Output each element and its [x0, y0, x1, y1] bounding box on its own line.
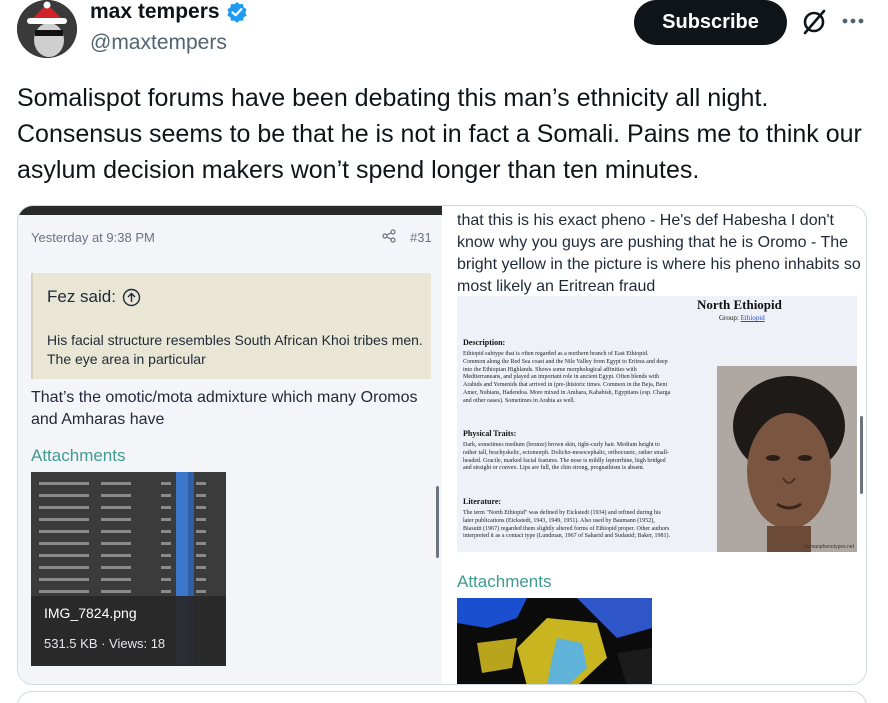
scrollbar — [436, 486, 439, 558]
description-text: Ethiopid subtype that is often regarded … — [463, 351, 671, 404]
reference-group: Group: Ethiopid — [719, 314, 765, 322]
attachments-heading: Attachments — [31, 446, 126, 465]
description-heading: Description: — [463, 338, 506, 347]
verified-badge-icon — [226, 2, 247, 23]
literature-heading: Literature: — [463, 497, 502, 506]
literature-text: The term "North Ethiopid" was defined by… — [463, 510, 671, 540]
attachment-meta: 531.5 KB · Views: 18 — [44, 636, 166, 651]
reference-watermark: humanphenotypes.net — [804, 544, 854, 550]
display-name[interactable]: max tempers — [90, 0, 248, 24]
share-icon — [382, 229, 396, 243]
map-attachment-thumbnail — [457, 598, 652, 684]
forum-topbar — [18, 206, 442, 215]
attachment-thumbnail: IMG_7824.png 531.5 KB · Views: 18 — [31, 472, 226, 666]
post-date: Yesterday at 9:38 PM — [31, 230, 155, 245]
media-card[interactable]: Yesterday at 9:38 PM #31 Fez said: His f… — [17, 205, 867, 685]
portrait-photo: humanphenotypes.net — [717, 366, 857, 552]
subscribe-button[interactable]: Subscribe — [634, 0, 787, 45]
attachment-filename: IMG_7824.png — [44, 605, 137, 621]
map-image — [457, 598, 652, 684]
quote-author-text: Fez said: — [47, 287, 116, 306]
avatar[interactable] — [17, 0, 77, 58]
attachments-heading: Attachments — [457, 572, 552, 591]
arrow-up-circle-icon — [122, 288, 141, 306]
quote-text: His facial structure resembles South Afr… — [47, 332, 423, 367]
reference-title: North Ethiopid — [697, 297, 782, 312]
grok-icon[interactable] — [799, 7, 829, 37]
next-card-edge — [17, 691, 867, 703]
phenotype-reference-image: North Ethiopid Group: Ethiopid Descripti… — [457, 296, 857, 552]
scrollbar — [860, 416, 863, 494]
reply-text: That’s the omotic/mota admixture which m… — [31, 389, 418, 428]
tweet-text: Somalispot forums have been debating thi… — [17, 84, 862, 184]
media-image-forum-reply[interactable]: that this is his exact pheno - He's def … — [445, 206, 866, 684]
media-image-forum-post[interactable]: Yesterday at 9:38 PM #31 Fez said: His f… — [18, 206, 442, 684]
handle[interactable]: @maxtempers — [90, 31, 227, 55]
more-icon[interactable] — [840, 8, 866, 34]
quote-author: Fez said: — [47, 287, 141, 307]
reference-group-link: Ethiopid — [740, 314, 765, 322]
quote-box: Fez said: His facial structure resembles… — [31, 273, 431, 379]
reference-group-label: Group: — [719, 314, 739, 322]
traits-heading: Physical Traits: — [463, 429, 517, 438]
attachment-caption: IMG_7824.png 531.5 KB · Views: 18 — [31, 596, 226, 666]
traits-text: Dark, sometimes medium (bronze) brown sk… — [463, 442, 669, 472]
reply-text: that this is his exact pheno - He's def … — [457, 212, 861, 295]
display-name-text: max tempers — [90, 0, 220, 23]
post-number: #31 — [410, 230, 432, 245]
portrait-image — [717, 366, 857, 552]
